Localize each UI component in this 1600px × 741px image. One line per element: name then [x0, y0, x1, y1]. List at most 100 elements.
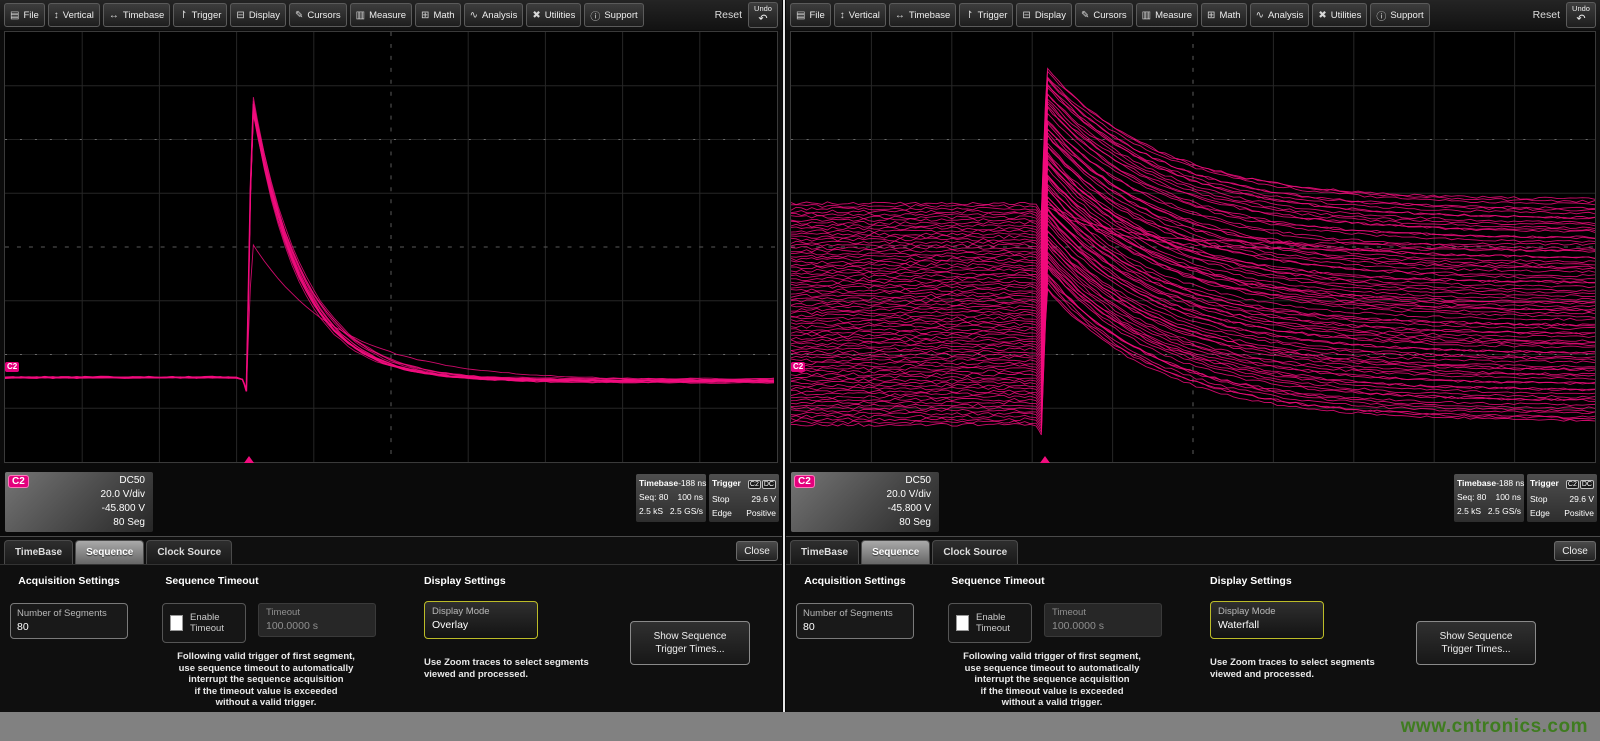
display-mode-select[interactable]: Display Mode Waterfall [1210, 601, 1324, 639]
menu-cursors-button[interactable]: ✎Cursors [1075, 3, 1133, 27]
trigger-position-marker[interactable] [244, 456, 254, 463]
analysis-wave-icon: ∿ [1256, 10, 1264, 21]
menu-timebase-button[interactable]: ↔Timebase [103, 3, 170, 27]
menu-trigger-button[interactable]: ↾Trigger [959, 3, 1013, 27]
undo-label: Undo [754, 5, 772, 13]
tab-sequence[interactable]: Sequence [75, 540, 144, 564]
timebase-seq: Seq: 80 [639, 490, 668, 504]
menu-bar-right: Reset Undo ↶ [1533, 2, 1596, 28]
screenshot-divider [782, 0, 786, 741]
menu-analysis-button[interactable]: ∿Analysis [464, 3, 524, 27]
acquisition-settings-header: Acquisition Settings [796, 575, 914, 587]
show-sequence-trigger-times-button[interactable]: Show SequenceTrigger Times... [630, 621, 750, 665]
show-sequence-trigger-times-button[interactable]: Show SequenceTrigger Times... [1416, 621, 1536, 665]
enable-timeout-control[interactable]: EnableTimeout [948, 603, 1032, 643]
tab-timebase[interactable]: TimeBase [4, 540, 73, 564]
undo-button[interactable]: Undo ↶ [748, 2, 778, 28]
timeout-field[interactable]: Timeout 100.0000 s [258, 603, 376, 637]
channel-badge: C2 [8, 475, 29, 488]
menu-bar: ▤File↕Vertical↔Timebase↾Trigger⊟Display✎… [786, 0, 1600, 30]
timeout-value: 100.0000 s [266, 619, 368, 633]
number-of-segments-field[interactable]: Number of Segments 80 [10, 603, 128, 639]
number-of-segments-label: Number of Segments [17, 607, 121, 620]
menu-file-button[interactable]: ▤File [4, 3, 45, 27]
channel-segments: 80 Seg [101, 516, 145, 530]
menu-display-label: Display [1035, 10, 1066, 21]
channel-vdiv: 20.0 V/div [101, 488, 145, 502]
file-icon: ▤ [796, 10, 805, 21]
sequence-timeout-header: Sequence Timeout [938, 575, 1058, 587]
menu-buttons: ▤File↕Vertical↔Timebase↾Trigger⊟Display✎… [4, 3, 644, 27]
menu-file-button[interactable]: ▤File [790, 3, 831, 27]
enable-timeout-checkbox[interactable] [956, 615, 969, 631]
timeout-label: Timeout [1052, 606, 1154, 619]
timebase-summary[interactable]: Timebase -188 ns Seq: 80 100 ns 2.5 kS 2… [636, 474, 706, 522]
menu-display-button[interactable]: ⊟Display [230, 3, 286, 27]
timeout-field[interactable]: Timeout 100.0000 s [1044, 603, 1162, 637]
waveform-grid[interactable]: C2 [4, 31, 778, 463]
channel-readouts: DC50 20.0 V/div -45.800 V 80 Seg [101, 474, 145, 530]
tab-timebase[interactable]: TimeBase [790, 540, 859, 564]
trigger-summary[interactable]: Trigger C2DC Stop 29.6 V Edge Positive [709, 474, 779, 522]
menu-cursors-button[interactable]: ✎Cursors [289, 3, 347, 27]
menu-vertical-button[interactable]: ↕Vertical [834, 3, 886, 27]
trigger-summary[interactable]: Trigger C2DC Stop 29.6 V Edge Positive [1527, 474, 1597, 522]
display-mode-value: Overlay [432, 618, 530, 632]
channel-offset-marker[interactable]: C2 [791, 362, 805, 372]
channel-coupling: DC50 [101, 474, 145, 488]
trigger-source-badge: C2 [748, 480, 761, 489]
timeout-description: Following valid trigger of first segment… [152, 651, 380, 709]
menu-analysis-button[interactable]: ∿ Analysis [1250, 3, 1310, 27]
display-icon: ⊟ [236, 10, 244, 21]
tab-clock-source[interactable]: Clock Source [146, 540, 232, 564]
enable-timeout-checkbox[interactable] [170, 615, 183, 631]
undo-button[interactable]: Undo ↶ [1566, 2, 1596, 28]
menu-cursors-label: Cursors [1093, 10, 1126, 21]
menu-display-button[interactable]: ⊟Display [1016, 3, 1072, 27]
channel-offset: -45.800 V [101, 502, 145, 516]
menu-math-label: Math [1219, 10, 1240, 21]
menu-measure-button[interactable]: ▥Measure [350, 3, 412, 27]
menu-cursors-label: Cursors [307, 10, 340, 21]
menu-vertical-button[interactable]: ↕Vertical [48, 3, 100, 27]
number-of-segments-field[interactable]: Number of Segments 80 [796, 603, 914, 639]
display-mode-select[interactable]: Display Mode Overlay [424, 601, 538, 639]
menu-measure-button[interactable]: ▥Measure [1136, 3, 1198, 27]
enable-timeout-label: EnableTimeout [976, 612, 1010, 634]
menu-support-button[interactable]: ⓘSupport [584, 3, 643, 27]
menu-trigger-button[interactable]: ↾Trigger [173, 3, 227, 27]
timebase-summary[interactable]: Timebase -188 ns Seq: 80 100 ns 2.5 kS 2… [1454, 474, 1524, 522]
trigger-source-badges: C2DC [747, 476, 776, 492]
display-settings-header: Display Settings [1210, 575, 1292, 587]
menu-math-button[interactable]: ⊞Math [415, 3, 461, 27]
timebase-delay: -188 ns [1496, 476, 1524, 490]
reset-button[interactable]: Reset [715, 9, 742, 21]
trigger-slope: Positive [746, 506, 776, 520]
close-button[interactable]: Close [736, 541, 778, 561]
waveform-grid[interactable]: C2 [790, 31, 1596, 463]
waterfall-scope: ▤File↕Vertical↔Timebase↾Trigger⊟Display✎… [786, 0, 1600, 741]
menu-bar: ▤File↕Vertical↔Timebase↾Trigger⊟Display✎… [0, 0, 782, 30]
trigger-type: Edge [1530, 506, 1550, 520]
channel-offset-marker[interactable]: C2 [5, 362, 19, 372]
close-button[interactable]: Close [1554, 541, 1596, 561]
channel-descriptor[interactable]: C2 DC50 20.0 V/div -45.800 V 80 Seg [5, 472, 153, 532]
menu-utilities-button[interactable]: ✖Utilities [526, 3, 581, 27]
trigger-mode: Stop [712, 492, 730, 506]
menu-math-button[interactable]: ⊞Math [1201, 3, 1247, 27]
timebase-title: Timebase [1457, 476, 1496, 490]
menu-support-button[interactable]: ⓘSupport [1370, 3, 1429, 27]
tab-clock-source[interactable]: Clock Source [932, 540, 1018, 564]
trigger-title: Trigger [1530, 476, 1559, 492]
enable-timeout-control[interactable]: EnableTimeout [162, 603, 246, 643]
tab-sequence[interactable]: Sequence [861, 540, 930, 564]
enable-timeout-label: EnableTimeout [190, 612, 224, 634]
channel-descriptor[interactable]: C2 DC50 20.0 V/div -45.800 V 80 Seg [791, 472, 939, 532]
trigger-position-marker[interactable] [1040, 456, 1050, 463]
acquisition-settings-header: Acquisition Settings [10, 575, 128, 587]
reset-button[interactable]: Reset [1533, 9, 1560, 21]
trigger-source-badge: C2 [1566, 480, 1579, 489]
menu-timebase-button[interactable]: ↔Timebase [889, 3, 956, 27]
menu-analysis-label: Analysis [1268, 10, 1303, 21]
menu-utilities-button[interactable]: ✖Utilities [1312, 3, 1367, 27]
